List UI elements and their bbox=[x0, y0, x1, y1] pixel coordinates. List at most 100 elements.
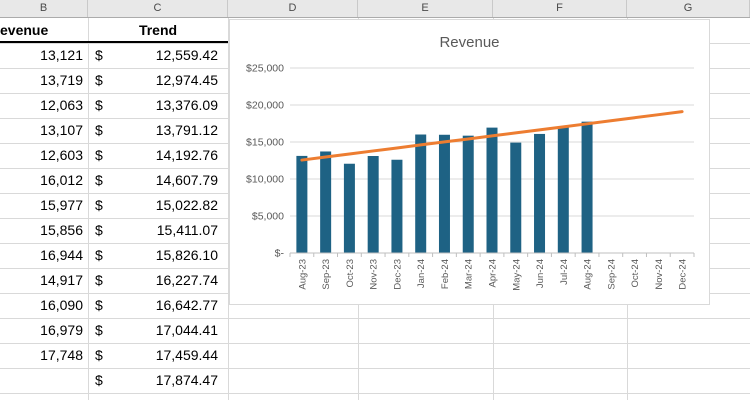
cell-revenue[interactable]: 14,917 bbox=[0, 268, 88, 293]
trend-value: 12,559.42 bbox=[155, 47, 218, 63]
x-axis-label: Jun-24 bbox=[535, 259, 546, 288]
revenue-bar[interactable] bbox=[296, 155, 308, 253]
cell-trend[interactable]: $12,559.42 bbox=[88, 43, 228, 68]
currency-symbol: $ bbox=[95, 147, 103, 163]
x-axis-label: Jan-24 bbox=[416, 259, 427, 288]
y-axis-label: $15,000 bbox=[246, 137, 284, 149]
trend-value: 13,791.12 bbox=[155, 122, 218, 138]
trend-value: 16,642.77 bbox=[155, 297, 218, 313]
currency-symbol: $ bbox=[95, 72, 103, 88]
currency-symbol: $ bbox=[95, 297, 103, 313]
column-header-row: BCDEFG bbox=[0, 0, 750, 18]
revenue-bar[interactable] bbox=[486, 127, 498, 253]
currency-symbol: $ bbox=[95, 122, 103, 138]
column-header-B[interactable]: B bbox=[0, 0, 88, 17]
revenue-bar[interactable] bbox=[415, 134, 427, 253]
x-axis-label: May-24 bbox=[511, 259, 522, 291]
cell-revenue[interactable]: 13,719 bbox=[0, 68, 88, 93]
y-axis-label: $5,000 bbox=[252, 211, 284, 223]
y-axis-label: $20,000 bbox=[246, 100, 284, 112]
cell-trend[interactable]: $16,642.77 bbox=[88, 293, 228, 318]
revenue-bar[interactable] bbox=[367, 156, 379, 253]
cell-trend[interactable]: $17,874.47 bbox=[88, 368, 228, 393]
cell-revenue[interactable]: 17,748 bbox=[0, 343, 88, 368]
x-axis-label: Oct-24 bbox=[630, 259, 641, 288]
cell-trend[interactable]: $12,974.45 bbox=[88, 68, 228, 93]
y-axis-label: $- bbox=[275, 248, 285, 260]
currency-symbol: $ bbox=[95, 322, 103, 338]
x-axis-label: Oct-23 bbox=[345, 259, 356, 288]
cell-revenue[interactable]: 16,979 bbox=[0, 318, 88, 343]
column-header-E[interactable]: E bbox=[358, 0, 493, 17]
currency-symbol: $ bbox=[95, 47, 103, 63]
currency-symbol: $ bbox=[95, 197, 103, 213]
revenue-bar[interactable] bbox=[534, 133, 546, 253]
x-axis-label: Feb-24 bbox=[440, 259, 451, 289]
revenue-bar[interactable] bbox=[320, 151, 332, 253]
gridline bbox=[0, 393, 750, 394]
revenue-bar[interactable] bbox=[438, 134, 450, 253]
cell-revenue[interactable] bbox=[0, 368, 88, 393]
cell-revenue[interactable]: 16,012 bbox=[0, 168, 88, 193]
chart-title[interactable]: Revenue bbox=[439, 34, 499, 51]
cell-revenue[interactable]: 12,063 bbox=[0, 93, 88, 118]
cell-trend[interactable]: $14,192.76 bbox=[88, 143, 228, 168]
trend-value: 14,192.76 bbox=[155, 147, 218, 163]
cell-trend[interactable]: $15,022.82 bbox=[88, 193, 228, 218]
revenue-bar[interactable] bbox=[581, 121, 593, 254]
cell-trend[interactable]: $17,044.41 bbox=[88, 318, 228, 343]
currency-symbol: $ bbox=[95, 372, 103, 388]
cell-revenue[interactable]: 15,856 bbox=[0, 218, 88, 243]
column-header-D[interactable]: D bbox=[228, 0, 358, 17]
cell-revenue[interactable]: 15,977 bbox=[0, 193, 88, 218]
trend-value: 15,022.82 bbox=[155, 197, 218, 213]
x-axis-label: Dec-24 bbox=[678, 259, 689, 290]
table-header-trend[interactable]: Trend bbox=[88, 18, 228, 43]
cell-trend[interactable]: $14,607.79 bbox=[88, 168, 228, 193]
column-header-F[interactable]: F bbox=[493, 0, 627, 17]
cell-trend[interactable]: $16,227.74 bbox=[88, 268, 228, 293]
column-header-G[interactable]: G bbox=[627, 0, 750, 17]
trend-value: 14,607.79 bbox=[155, 172, 218, 188]
currency-symbol: $ bbox=[95, 172, 103, 188]
trend-value: 17,044.41 bbox=[155, 322, 218, 338]
table-header-revenue[interactable]: evenue bbox=[0, 18, 88, 43]
x-axis-label: Aug-23 bbox=[297, 259, 308, 290]
trend-value: 15,826.10 bbox=[155, 247, 218, 263]
revenue-bar[interactable] bbox=[557, 127, 569, 253]
currency-symbol: $ bbox=[95, 247, 103, 263]
trend-value: 17,874.47 bbox=[155, 372, 218, 388]
currency-symbol: $ bbox=[95, 347, 103, 363]
cell-trend[interactable]: $13,791.12 bbox=[88, 118, 228, 143]
revenue-bar[interactable] bbox=[510, 142, 522, 253]
trend-value: 15,411.07 bbox=[156, 222, 218, 238]
revenue-bar[interactable] bbox=[343, 163, 355, 253]
trend-value: 13,376.09 bbox=[155, 97, 218, 113]
cell-trend[interactable]: $13,376.09 bbox=[88, 93, 228, 118]
x-axis-label: Nov-23 bbox=[369, 259, 380, 290]
x-axis-label: Jul-24 bbox=[559, 259, 570, 285]
x-axis-label: Dec-23 bbox=[392, 259, 403, 290]
chart[interactable]: Revenue $- $5,000 $10,000 $15,000 $20,000 $25,… bbox=[229, 19, 710, 305]
cell-trend[interactable]: $15,826.10 bbox=[88, 243, 228, 268]
cell-trend[interactable]: $15,411.07 bbox=[88, 218, 228, 243]
y-axis-label: $25,000 bbox=[246, 63, 284, 75]
trend-value: 16,227.74 bbox=[155, 272, 218, 288]
revenue-bar[interactable] bbox=[391, 159, 403, 253]
cell-revenue[interactable]: 13,121 bbox=[0, 43, 88, 68]
x-axis-label: Apr-24 bbox=[488, 259, 499, 288]
cell-revenue[interactable]: 13,107 bbox=[0, 118, 88, 143]
revenue-bar[interactable] bbox=[462, 135, 474, 253]
y-axis-label: $10,000 bbox=[246, 174, 284, 186]
currency-symbol: $ bbox=[95, 97, 103, 113]
currency-symbol: $ bbox=[95, 272, 103, 288]
x-axis-label: Aug-24 bbox=[583, 259, 594, 290]
revenue-chart-canvas: Revenue $- $5,000 $10,000 $15,000 $20,000 $25,… bbox=[246, 34, 695, 291]
trend-value: 17,459.44 bbox=[155, 347, 218, 363]
cell-revenue[interactable]: 12,603 bbox=[0, 143, 88, 168]
cell-revenue[interactable]: 16,090 bbox=[0, 293, 88, 318]
column-header-C[interactable]: C bbox=[88, 0, 228, 17]
currency-symbol: $ bbox=[95, 222, 103, 238]
cell-trend[interactable]: $17,459.44 bbox=[88, 343, 228, 368]
cell-revenue[interactable]: 16,944 bbox=[0, 243, 88, 268]
